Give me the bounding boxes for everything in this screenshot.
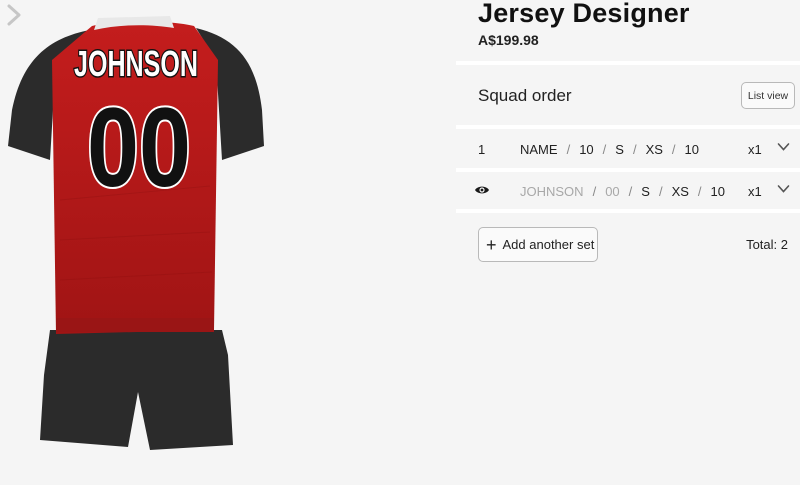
chevron-down-icon[interactable] [777,184,790,194]
plus-icon: + [486,234,497,255]
extra-field[interactable]: 10 [711,184,725,199]
squad-row[interactable]: 1 NAME / 10 / S / XS / 10 x1 [456,129,800,167]
divider [456,209,800,213]
name-field[interactable]: JOHNSON [520,184,584,199]
separator: / [671,142,676,157]
separator: / [566,142,571,157]
row-fields: JOHNSON / 00 / S / XS / 10 [520,184,725,199]
name-field[interactable]: NAME [520,142,558,157]
shorts [40,330,233,450]
separator: / [697,184,702,199]
divider [456,61,800,65]
list-view-button[interactable]: List view [741,82,795,109]
eye-icon[interactable] [474,183,490,197]
separator: / [592,184,597,199]
add-another-set-label: Add another set [502,237,595,252]
product-price: A$199.98 [478,32,539,48]
separator: / [658,184,663,199]
separator: / [632,142,637,157]
shorts-size-field[interactable]: XS [672,184,689,199]
size-field[interactable]: S [641,184,650,199]
extra-field[interactable]: 10 [685,142,699,157]
jersey-name-print: JOHNSON [74,43,198,84]
separator: / [628,184,633,199]
number-field[interactable]: 00 [605,184,619,199]
add-another-set-button[interactable]: + Add another set [478,227,598,262]
size-field[interactable]: S [615,142,624,157]
quantity: x1 [748,184,762,199]
quantity: x1 [748,142,762,157]
chevron-right-icon[interactable] [0,0,28,30]
squad-order-title: Squad order [478,86,572,105]
squad-row[interactable]: JOHNSON / 00 / S / XS / 10 x1 [456,171,800,209]
row-index: 1 [478,142,486,157]
kit-illustration: JOHNSON 00 [8,16,264,450]
total-count: Total: 2 [746,237,788,252]
shorts-size-field[interactable]: XS [646,142,663,157]
product-preview: JOHNSON 00 [0,0,440,485]
row-fields: NAME / 10 / S / XS / 10 [520,142,699,157]
chevron-down-icon[interactable] [777,142,790,152]
number-field[interactable]: 10 [579,142,593,157]
designer-panel: Jersey Designer A$199.98 Squad order Lis… [456,0,800,485]
jersey-number-print: 00 [87,85,191,210]
separator: / [602,142,607,157]
page-title: Jersey Designer [478,0,690,28]
